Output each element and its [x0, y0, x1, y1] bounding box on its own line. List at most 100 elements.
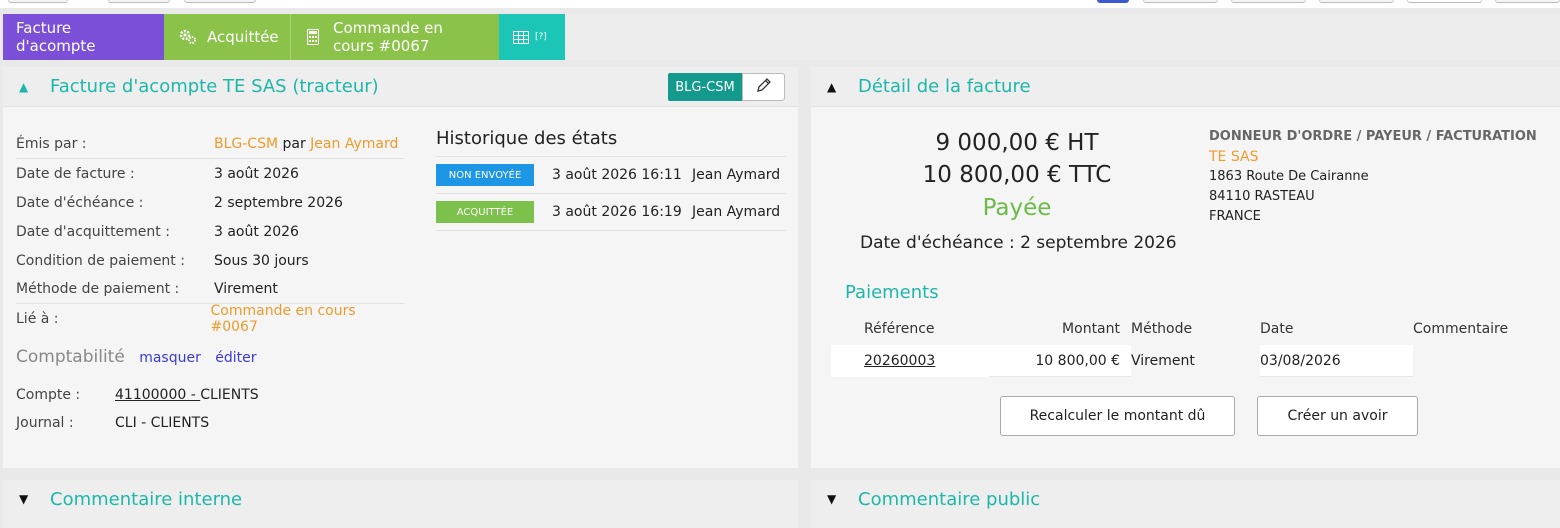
- column-header: Méthode: [1131, 321, 1193, 337]
- status-history: Historique des états NON ENVOYÉE 3 août …: [436, 126, 786, 231]
- status-badge: NON ENVOYÉE: [436, 164, 534, 186]
- toolbar-button[interactable]: [8, 0, 68, 3]
- journal-value: CLI - CLIENTS: [115, 415, 210, 431]
- comptabilite-section: Comptabilité masquer éditer: [16, 347, 257, 367]
- account-link[interactable]: 41100000 -: [115, 387, 200, 403]
- tab-acquittee[interactable]: Acquittée: [164, 14, 290, 60]
- info-value: 3 août 2026: [214, 165, 299, 182]
- toolbar-button[interactable]: [1143, 0, 1218, 3]
- invoice-info: Émis par : BLG-CSM par Jean Aymard Date …: [16, 130, 404, 335]
- edit-link[interactable]: éditer: [215, 350, 256, 366]
- info-label: Date d'acquittement :: [16, 223, 170, 240]
- payment-comment: [1413, 344, 1560, 377]
- info-label: Méthode de paiement :: [16, 281, 180, 297]
- customer-name-link[interactable]: TE SAS: [1209, 147, 1537, 167]
- table-icon: [513, 30, 529, 44]
- invoice-detail-panel: ▲ Détail de la facture 9 000,00 € HT 10 …: [811, 67, 1560, 468]
- comptabilite-title: Comptabilité: [16, 347, 125, 367]
- tab-commande[interactable]: Commande en cours #0067: [290, 14, 499, 60]
- tab-facture-acompte[interactable]: Facture d'acompte: [3, 14, 164, 60]
- payment-status: Payée: [982, 195, 1052, 221]
- history-date: 3 août 2026 16:11: [552, 167, 682, 183]
- history-title: Historique des états: [436, 126, 786, 157]
- gears-icon: [179, 29, 197, 45]
- tab-label: Commande en cours #0067: [333, 19, 443, 55]
- public-comment-panel[interactable]: ▼ Commentaire public: [811, 480, 1560, 528]
- toolbar-button[interactable]: [1319, 0, 1394, 3]
- toolbar-button[interactable]: [1231, 0, 1306, 3]
- invoice-panel: ▲ Facture d'acompte TE SAS (tracteur) BL…: [3, 67, 798, 468]
- column-header: Montant: [1062, 321, 1120, 337]
- issuer-link[interactable]: BLG-CSM: [214, 136, 278, 152]
- tab-label: Acquittée: [207, 28, 279, 46]
- payment-method: Virement: [1131, 344, 1260, 377]
- info-label: Condition de paiement :: [16, 252, 185, 269]
- column-header: Date: [1260, 321, 1294, 337]
- payment-ref-link[interactable]: 20260003: [864, 353, 935, 369]
- recalculate-button[interactable]: Recalculer le montant dû: [1000, 396, 1235, 436]
- info-row-date-acquittement: Date d'acquittement : 3 août 2026: [16, 217, 404, 246]
- customer-block: DONNEUR D'ORDRE / PAYEUR / FACTURATION T…: [1209, 127, 1537, 227]
- customer-address: FRANCE: [1209, 209, 1261, 224]
- amount-summary: 9 000,00 € HT 10 800,00 € TTC Payée: [831, 127, 1203, 225]
- column-header: Référence: [864, 321, 935, 337]
- tab-table[interactable]: [?]: [499, 14, 565, 60]
- info-label: Émis par :: [16, 136, 87, 152]
- account-name: CLIENTS: [200, 387, 259, 403]
- expand-down-icon[interactable]: ▼: [827, 492, 836, 506]
- collapse-up-icon[interactable]: ▲: [19, 80, 28, 94]
- info-value: 2 septembre 2026: [214, 194, 343, 211]
- panel-header[interactable]: ▲ Détail de la facture: [811, 67, 1560, 107]
- payment-date: 03/08/2026: [1260, 352, 1341, 369]
- info-label: Date de facture :: [16, 165, 135, 182]
- info-row-date-facture: Date de facture : 3 août 2026: [16, 159, 404, 188]
- hide-link[interactable]: masquer: [139, 350, 201, 366]
- history-row: ACQUITTÉE 3 août 2026 16:19 Jean Aymard: [436, 194, 786, 231]
- table-row: 20260003 10 800,00 € Virement 03/08/2026: [831, 344, 1560, 377]
- account-row: Compte : 41100000 - CLIENTS: [16, 387, 259, 403]
- table-header: Référence Montant Méthode Date Commentai…: [831, 313, 1560, 345]
- author-link[interactable]: Jean Aymard: [310, 136, 398, 152]
- panel-title: Commentaire interne: [50, 489, 243, 510]
- info-label: Lié à :: [16, 310, 59, 327]
- toolbar-button[interactable]: [1097, 0, 1129, 3]
- panel-title: Commentaire public: [858, 489, 1041, 510]
- panel-header[interactable]: ▲ Facture d'acompte TE SAS (tracteur) BL…: [3, 67, 798, 107]
- edit-button[interactable]: [742, 73, 785, 101]
- toolbar-button[interactable]: [1407, 0, 1482, 3]
- info-value: 3 août 2026: [214, 223, 299, 240]
- collapse-up-icon[interactable]: ▲: [827, 80, 836, 94]
- column-header: Commentaire: [1413, 321, 1509, 337]
- info-row-lie: Lié à : Commande en cours #0067: [16, 303, 404, 335]
- panel-title: Détail de la facture: [858, 76, 1031, 97]
- journal-label: Journal :: [16, 415, 74, 431]
- payment-amount: 10 800,00 €: [989, 352, 1131, 369]
- panel-title: Facture d'acompte TE SAS (tracteur): [50, 76, 379, 97]
- internal-comment-panel[interactable]: ▼ Commentaire interne: [3, 480, 798, 528]
- issuer-par: par: [278, 136, 311, 152]
- history-user: Jean Aymard: [692, 204, 781, 220]
- customer-heading: DONNEUR D'ORDRE / PAYEUR / FACTURATION: [1209, 129, 1537, 144]
- history-date: 3 août 2026 16:19: [552, 204, 682, 220]
- company-badge: BLG-CSM: [668, 73, 742, 101]
- linked-order-link[interactable]: Commande en cours #0067: [211, 303, 404, 335]
- account-label: Compte :: [16, 387, 81, 403]
- amount-ht: 9 000,00 € HT: [935, 130, 1099, 156]
- toolbar-button[interactable]: [108, 0, 170, 3]
- top-toolbar-strip: [0, 0, 1560, 8]
- toolbar-button[interactable]: [184, 0, 256, 3]
- info-row-condition: Condition de paiement : Sous 30 jours: [16, 246, 404, 275]
- expand-down-icon[interactable]: ▼: [19, 492, 28, 506]
- history-row: NON ENVOYÉE 3 août 2026 16:11 Jean Aymar…: [436, 157, 786, 194]
- info-value: Virement: [214, 281, 278, 297]
- journal-row: Journal : CLI - CLIENTS: [16, 415, 209, 431]
- info-value: Sous 30 jours: [214, 252, 309, 269]
- create-credit-note-button[interactable]: Créer un avoir: [1257, 396, 1418, 436]
- info-row-methode: Méthode de paiement : Virement: [16, 275, 404, 304]
- status-badge: ACQUITTÉE: [436, 201, 534, 223]
- info-label: Date d'échéance :: [16, 194, 144, 211]
- tab-label: Facture d'acompte: [16, 19, 96, 55]
- history-user: Jean Aymard: [692, 167, 781, 183]
- toolbar-button[interactable]: [1495, 0, 1560, 3]
- pencil-icon: [755, 76, 773, 98]
